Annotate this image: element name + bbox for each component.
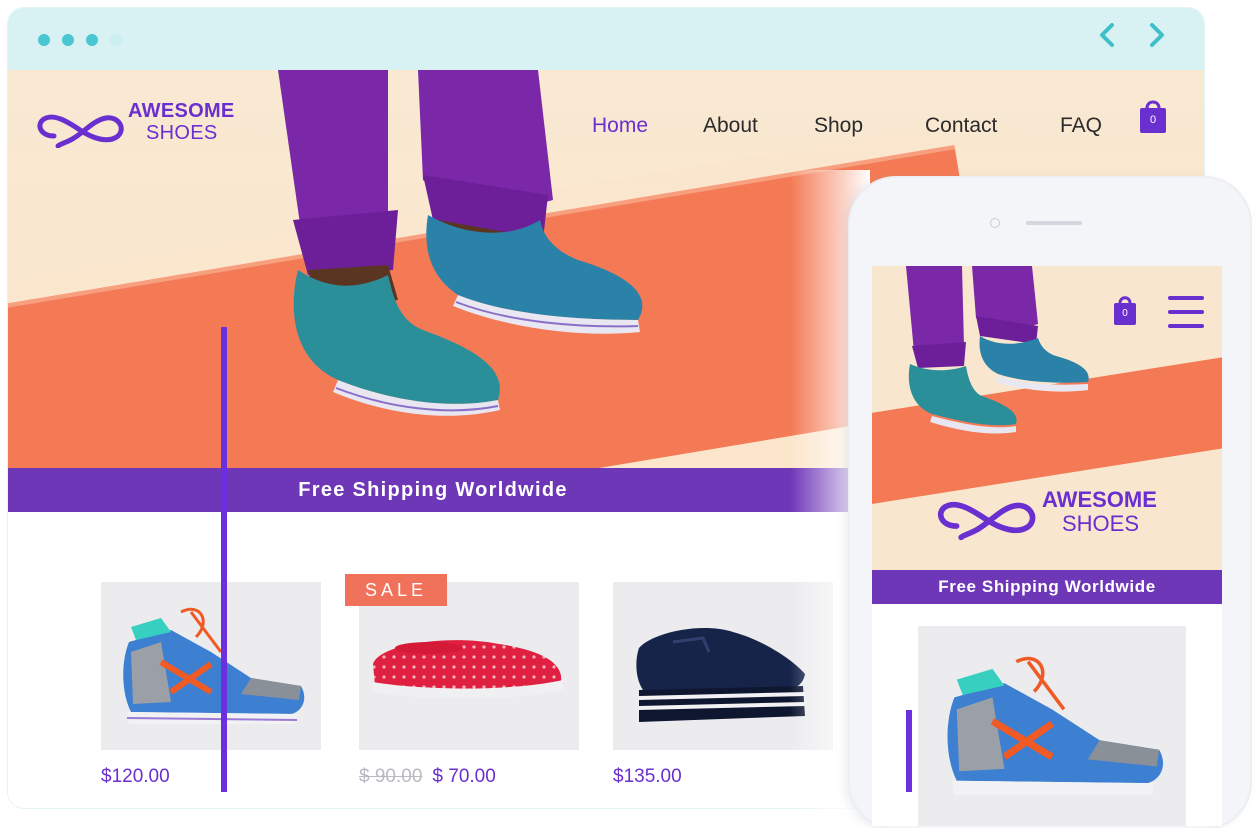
mobile-product-image-high-top-sneaker bbox=[947, 656, 1164, 796]
window-dot bbox=[110, 34, 122, 46]
original-price: $ 90.00 bbox=[359, 766, 423, 787]
nav-about[interactable]: About bbox=[703, 114, 758, 138]
nav-faq[interactable]: FAQ bbox=[1060, 114, 1102, 138]
window-dot bbox=[86, 34, 98, 46]
product-card[interactable] bbox=[101, 582, 321, 750]
browser-toolbar bbox=[8, 8, 1204, 70]
cursor-line bbox=[906, 710, 912, 792]
mobile-hero: 0 AWESOME SHOES bbox=[872, 266, 1222, 570]
mobile-screen: 0 AWESOME SHOES Free Shipping Worldwide bbox=[872, 266, 1222, 826]
product-image-red-slip-on bbox=[373, 640, 563, 699]
window-dot bbox=[38, 34, 50, 46]
nav-contact[interactable]: Contact bbox=[925, 114, 997, 138]
free-shipping-banner: Free Shipping Worldwide bbox=[8, 468, 858, 512]
logo-wordmark: AWESOME SHOES bbox=[128, 100, 235, 144]
back-arrow-icon[interactable] bbox=[1098, 22, 1116, 54]
mobile-shopping-bag-icon[interactable]: 0 bbox=[1112, 294, 1142, 328]
mobile-logo-line-1: AWESOME bbox=[1042, 487, 1157, 512]
product-image-high-top-sneaker bbox=[123, 607, 305, 724]
logo-line-1: AWESOME bbox=[128, 100, 235, 122]
sale-price: $ 70.00 bbox=[432, 766, 496, 787]
mobile-logo-wordmark[interactable]: AWESOME SHOES bbox=[1042, 488, 1157, 536]
sale-badge: SALE bbox=[345, 574, 448, 606]
mobile-hero-model-image bbox=[906, 266, 1089, 434]
infinity-logo-icon bbox=[37, 114, 124, 148]
site-logo[interactable]: AWESOME SHOES bbox=[34, 100, 254, 160]
mobile-infinity-logo-icon bbox=[937, 501, 1036, 541]
phone-camera bbox=[990, 218, 1000, 228]
mobile-free-shipping-banner: Free Shipping Worldwide bbox=[872, 570, 1222, 604]
mobile-cart-count: 0 bbox=[1122, 308, 1128, 319]
cursor-line bbox=[221, 327, 227, 792]
forward-arrow-icon[interactable] bbox=[1148, 22, 1166, 54]
product-price: $120.00 bbox=[101, 766, 170, 787]
mobile-product-card[interactable] bbox=[918, 626, 1186, 826]
window-dot bbox=[62, 34, 74, 46]
phone-speaker bbox=[1026, 221, 1082, 225]
menu-line bbox=[1168, 324, 1204, 328]
menu-line bbox=[1168, 296, 1204, 300]
product-price: $135.00 bbox=[613, 766, 682, 787]
nav-home[interactable]: Home bbox=[592, 114, 648, 138]
product-price-sale: $ 90.00 $ 70.00 bbox=[359, 766, 496, 788]
logo-line-2: SHOES bbox=[146, 122, 218, 144]
shopping-bag-icon[interactable]: 0 bbox=[1138, 98, 1168, 133]
product-card[interactable] bbox=[359, 582, 579, 750]
menu-line bbox=[1168, 310, 1204, 314]
cart-count: 0 bbox=[1149, 114, 1157, 126]
nav-shop[interactable]: Shop bbox=[814, 114, 863, 138]
mobile-logo-line-2: SHOES bbox=[1062, 511, 1140, 536]
